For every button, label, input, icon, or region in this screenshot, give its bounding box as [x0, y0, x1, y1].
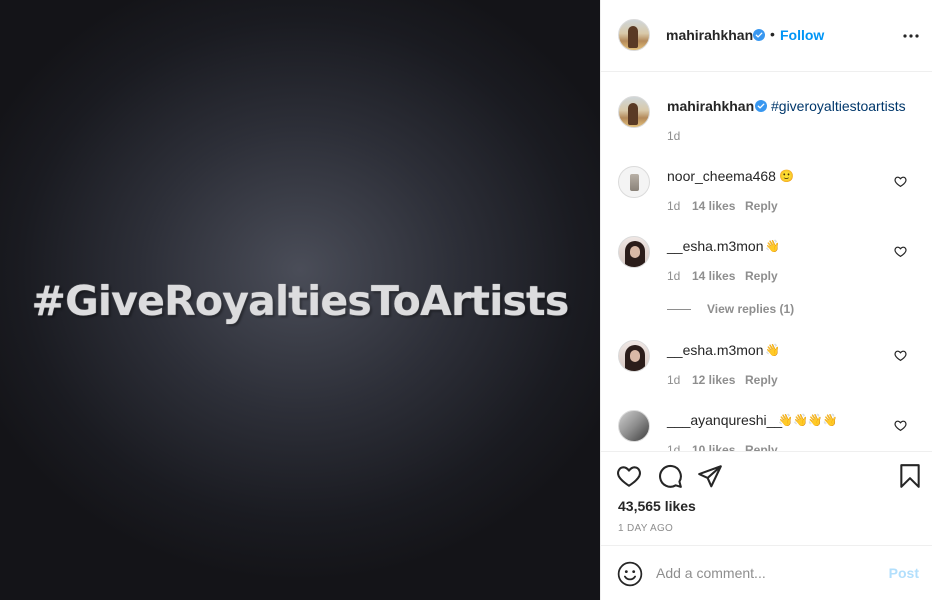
caption-time[interactable]: 1d — [667, 129, 680, 143]
heart-icon[interactable] — [894, 349, 907, 362]
comment-time[interactable]: 1d — [667, 199, 680, 213]
comment-likes[interactable]: 12 likes — [692, 373, 735, 387]
more-options-icon[interactable] — [899, 24, 923, 48]
follow-button[interactable]: Follow — [780, 27, 824, 43]
action-bar: 43,565 likes 1 DAY AGO — [601, 451, 932, 534]
avatar[interactable] — [618, 166, 650, 198]
separator-dot: • — [770, 26, 775, 42]
comment-text: 🙂 — [779, 169, 794, 183]
verified-badge-icon — [753, 29, 765, 41]
caption-username[interactable]: mahirahkhan — [667, 98, 754, 114]
post-timestamp[interactable]: 1 DAY AGO — [618, 523, 673, 534]
heart-icon[interactable] — [894, 245, 907, 258]
likes-count[interactable]: 43,565 likes — [618, 498, 696, 514]
comment-time[interactable]: 1d — [667, 373, 680, 387]
comment-text: 👋 — [765, 343, 780, 357]
reply-button[interactable]: Reply — [745, 443, 778, 451]
comment-username[interactable]: __esha.m3mon — [667, 238, 764, 254]
comment-username[interactable]: ___ayanqureshi__ — [667, 412, 782, 428]
post-side-panel: mahirahkhan • Follow mahirahkhan #givero… — [600, 0, 932, 600]
heart-icon[interactable] — [894, 419, 907, 432]
add-comment-bar: Post — [601, 545, 932, 600]
avatar[interactable] — [618, 96, 650, 128]
comment-time[interactable]: 1d — [667, 443, 680, 451]
like-heart-icon[interactable] — [616, 463, 642, 489]
share-icon[interactable] — [697, 463, 723, 489]
post-image[interactable]: #GiveRoyaltiesToArtists — [0, 0, 600, 600]
header-username[interactable]: mahirahkhan — [666, 27, 753, 43]
comment-username[interactable]: __esha.m3mon — [667, 342, 764, 358]
verified-badge-icon — [755, 100, 767, 112]
reply-button[interactable]: Reply — [745, 199, 778, 213]
post-header: mahirahkhan • Follow — [601, 0, 932, 72]
heart-icon[interactable] — [894, 175, 907, 188]
comment-likes[interactable]: 10 likes — [692, 443, 735, 451]
avatar[interactable] — [618, 410, 650, 442]
post-comment-button[interactable]: Post — [889, 565, 919, 581]
comment-username[interactable]: noor_cheema468 — [667, 168, 776, 184]
avatar[interactable] — [618, 340, 650, 372]
comment-input[interactable] — [656, 562, 876, 584]
replies-divider — [667, 309, 691, 310]
comments-list[interactable]: mahirahkhan #giveroyaltiestoartists 1d n… — [601, 73, 932, 451]
comment-text: 👋 — [765, 239, 780, 253]
reply-button[interactable]: Reply — [745, 269, 778, 283]
caption-hashtag-link[interactable]: #giveroyaltiestoartists — [771, 98, 906, 114]
avatar[interactable] — [618, 19, 650, 51]
comment-likes[interactable]: 14 likes — [692, 269, 735, 283]
bookmark-icon[interactable] — [897, 463, 923, 489]
post-image-text: #GiveRoyaltiesToArtists — [31, 277, 570, 325]
reply-button[interactable]: Reply — [745, 373, 778, 387]
comment-text: 👋👋👋👋 — [778, 413, 838, 427]
view-replies-button[interactable]: View replies (1) — [707, 302, 794, 316]
emoji-icon[interactable] — [617, 561, 643, 587]
comment-time[interactable]: 1d — [667, 269, 680, 283]
comment-likes[interactable]: 14 likes — [692, 199, 735, 213]
comment-icon[interactable] — [657, 463, 683, 489]
avatar[interactable] — [618, 236, 650, 268]
